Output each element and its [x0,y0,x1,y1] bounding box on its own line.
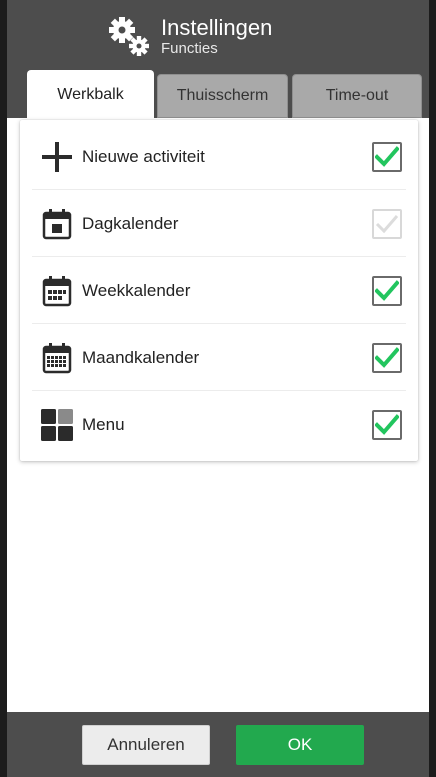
page-title: Instellingen [161,15,273,40]
option-row-menu[interactable]: Menu [20,391,418,458]
option-row-nieuwe-activiteit[interactable]: Nieuwe activiteit [20,123,418,190]
tab-time-out[interactable]: Time-out [292,74,422,118]
checkmark-icon [375,145,399,167]
option-checkbox[interactable] [372,409,402,440]
page-subtitle: Functies [161,40,218,57]
option-row-maandkalender[interactable]: Maandkalender [20,324,418,391]
option-checkbox[interactable] [372,141,402,172]
checkmark-icon [375,413,399,435]
option-checkbox-disabled [372,208,402,239]
option-label: Menu [82,414,125,434]
checkmark-icon [375,214,399,233]
footer-bar: Annuleren OK [7,712,429,777]
tab-thuisscherm[interactable]: Thuisscherm [157,74,288,118]
toolbar-options-card: Nieuwe activiteit Dagkalender Weekkalend… [20,120,418,461]
option-label: Dagkalender [82,213,179,233]
checkmark-icon [375,346,399,368]
week-calendar-icon [40,274,74,308]
settings-screen: Instellingen Functies Werkbalk Thuissche… [7,0,429,777]
gears-icon [109,17,149,56]
cancel-button[interactable]: Annuleren [82,725,210,765]
menu-grid-icon [40,408,74,442]
option-row-dagkalender[interactable]: Dagkalender [20,190,418,257]
tab-bar: Werkbalk Thuisscherm Time-out [7,70,429,119]
month-calendar-icon [40,341,74,375]
tab-werkbalk[interactable]: Werkbalk [27,70,154,119]
header-bar: Instellingen Functies Werkbalk Thuissche… [7,0,429,119]
option-label: Weekkalender [82,280,191,300]
option-row-weekkalender[interactable]: Weekkalender [20,257,418,324]
option-checkbox[interactable] [372,275,402,306]
header-title-group: Instellingen Functies [107,12,272,62]
day-calendar-icon [40,207,74,241]
header-titles: Instellingen Functies [161,16,272,58]
option-label: Nieuwe activiteit [82,146,205,166]
plus-icon [40,140,74,174]
device-frame: Instellingen Functies Werkbalk Thuissche… [0,0,436,777]
ok-button[interactable]: OK [236,725,364,765]
checkmark-icon [375,279,399,301]
option-checkbox[interactable] [372,342,402,373]
option-label: Maandkalender [82,347,200,367]
